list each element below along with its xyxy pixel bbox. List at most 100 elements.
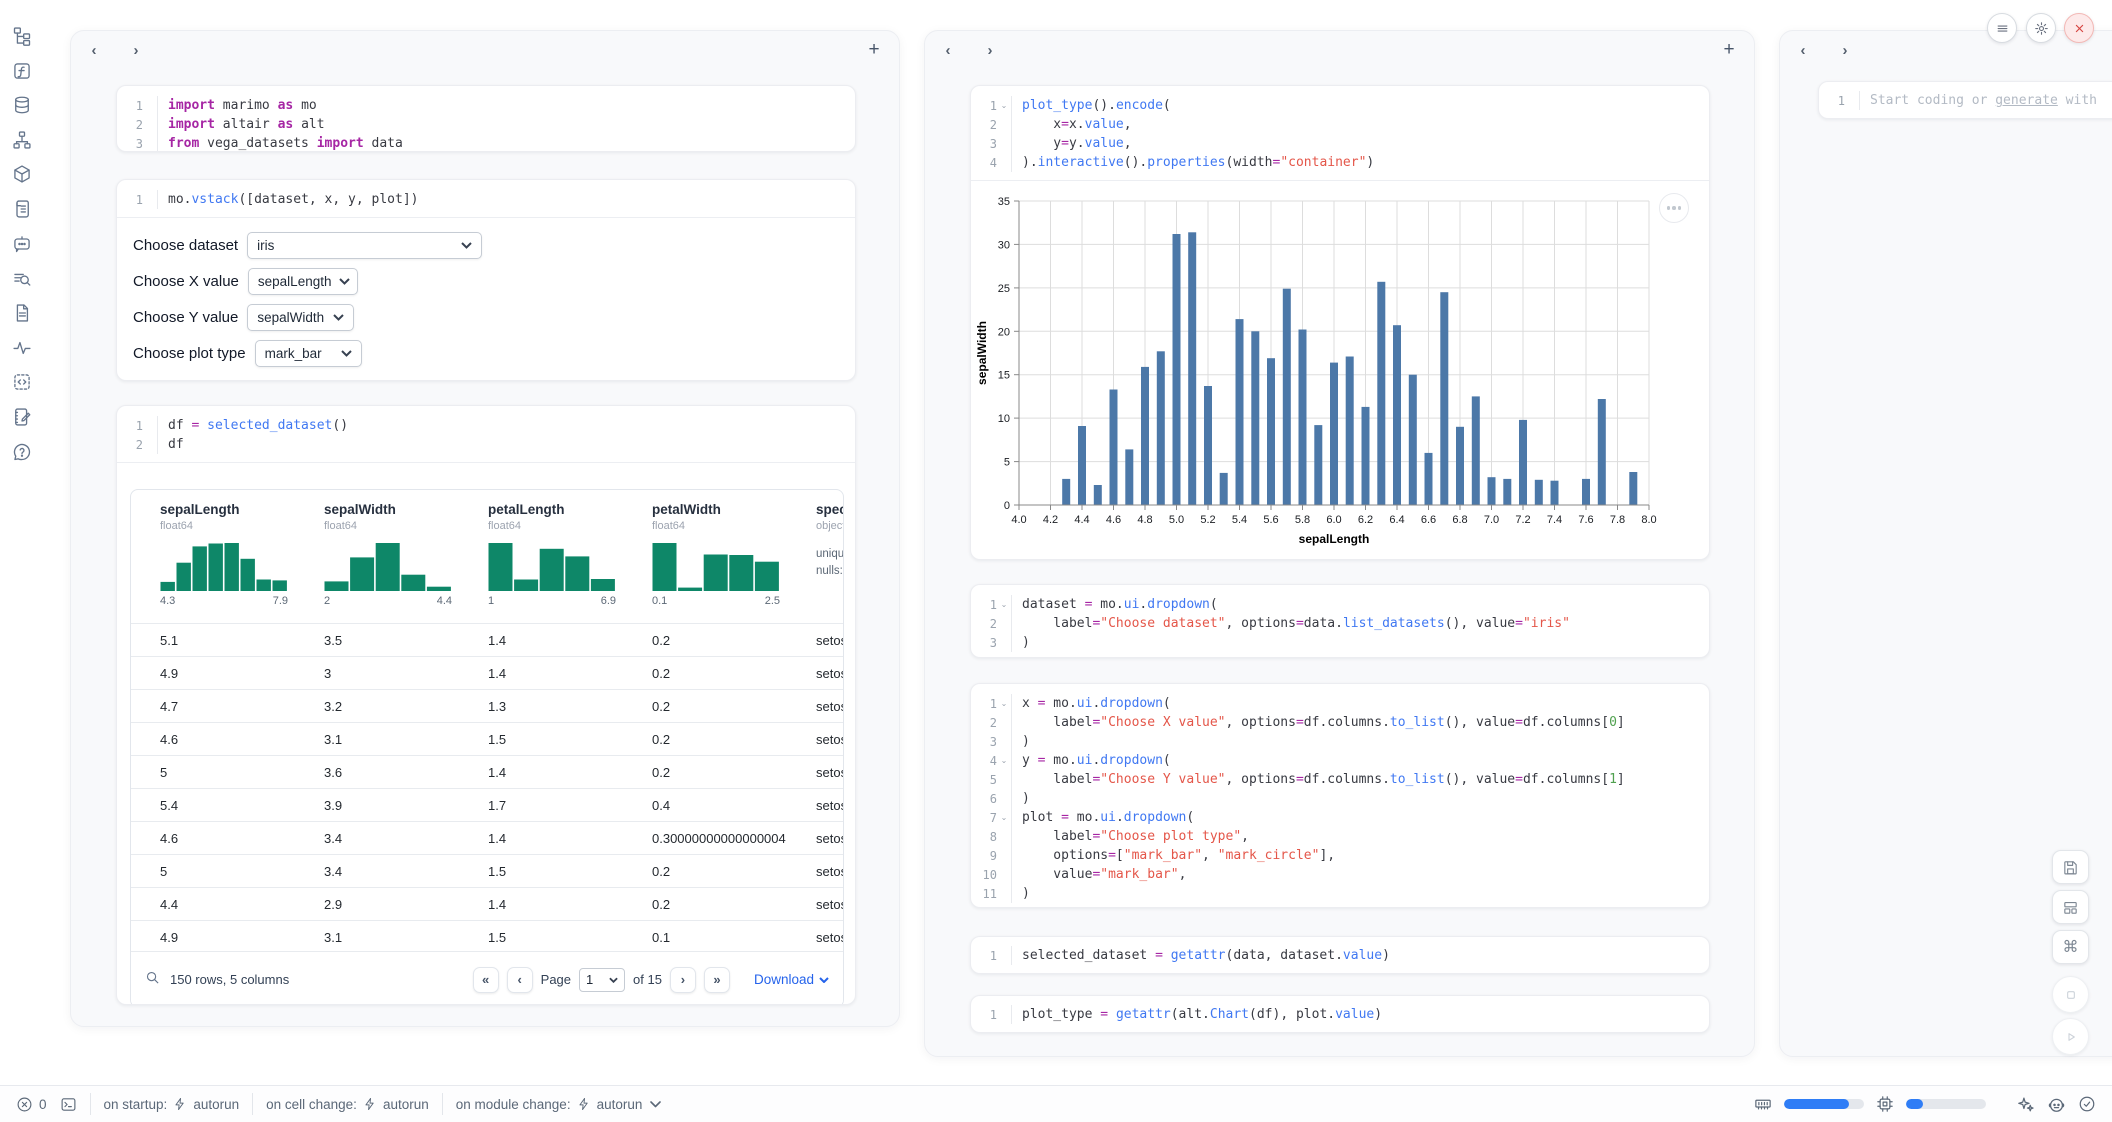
plot-type-select[interactable]: mark_bar [255,340,362,367]
x-value-select[interactable]: sepalLength [248,268,358,295]
table-row: 5.43.91.70.4setosa [131,788,843,821]
table-cell: 3.9 [308,798,472,813]
code-editor-dataframe[interactable]: 1df = selected_dataset()2df [117,406,855,462]
svg-text:4.0: 4.0 [1011,514,1026,526]
svg-text:4.6: 4.6 [1106,514,1121,526]
fold-chevron-icon[interactable]: ⌄ [997,600,1011,609]
sidebar-panel-dependency-graph-icon[interactable] [10,128,34,152]
runmode-module-change[interactable]: on module change:autorun [456,1097,662,1112]
next-page-button[interactable]: › [670,967,696,993]
sidebar-panel-logs-icon[interactable] [10,197,34,221]
table-cell: 0.2 [636,897,800,912]
add-cell-button[interactable]: + [1716,37,1742,63]
sidebar-panel-functions-icon[interactable] [10,59,34,83]
svg-text:7.8: 7.8 [1610,514,1625,526]
sidebar-panel-chatbot-icon[interactable] [10,232,34,256]
save-button[interactable] [2052,850,2089,884]
runmode-cell-change[interactable]: on cell change:autorun [266,1097,429,1112]
table-cell: 0.2 [636,699,800,714]
sidebar-panel-database-icon[interactable] [10,93,34,117]
gear-icon [2034,21,2049,36]
first-page-button[interactable]: « [473,967,499,993]
table-cell: 0.2 [636,666,800,681]
column-next-button[interactable]: › [1832,37,1858,63]
run-button[interactable] [2052,1018,2089,1055]
add-cell-button[interactable]: + [861,37,887,63]
code-editor-plottype[interactable]: 1plot_type = getattr(alt.Chart(df), plot… [971,996,1709,1033]
column-prev-button[interactable]: ‹ [81,37,107,63]
sidebar-panel-activity-icon[interactable] [10,336,34,360]
table-cell: 4.4 [144,897,308,912]
assistant-robot-icon[interactable] [2047,1095,2066,1114]
code-editor-empty[interactable]: 1 Start coding or generate with [1819,82,2112,119]
keyboard-shortcuts-button[interactable]: ⌘ [2052,930,2089,964]
table-cell: 1.4 [472,897,636,912]
sidebar-panel-scratchpad-icon[interactable] [10,405,34,429]
connection-status-icon[interactable] [2078,1095,2096,1113]
code-editor-dataset[interactable]: 1⌄dataset = mo.ui.dropdown(2 label="Choo… [971,585,1709,658]
cell-vstack: 1mo.vstack([dataset, x, y, plot]) Choose… [116,179,856,381]
fold-chevron-icon[interactable]: ⌄ [997,101,1011,110]
menu-button[interactable] [1987,13,2017,43]
chevron-down-icon [819,977,829,983]
page-select[interactable]: 1 [579,968,625,992]
notebook-column-1: ‹ › + 1import marimo as mo2import altair… [70,30,900,1027]
svg-text:10: 10 [998,413,1010,425]
runmode-startup[interactable]: on startup:autorun [104,1097,240,1112]
cpu-usage-bar [1906,1099,1986,1109]
code-editor-widgets[interactable]: 1⌄x = mo.ui.dropdown(2 label="Choose X v… [971,684,1709,908]
layout-button[interactable] [2052,890,2089,924]
column-prev-button[interactable]: ‹ [1790,37,1816,63]
code-editor-selected[interactable]: 1selected_dataset = getattr(data, datase… [971,937,1709,974]
table-column-header[interactable]: sepalLengthfloat644.37.9 [144,502,308,613]
chart-svg[interactable]: 4.04.24.44.64.85.05.25.45.65.86.06.26.46… [973,189,1665,549]
sidebar-panel-snippets-icon[interactable] [10,370,34,394]
close-panel-button[interactable] [2064,13,2094,43]
settings-button[interactable] [2026,13,2056,43]
table-cell: 3.4 [308,831,472,846]
table-column-header[interactable]: petalLengthfloat6416.9 [472,502,636,613]
y-value-label: Choose Y value [133,309,238,326]
table-cell: 3.1 [308,732,472,747]
chart-actions-button[interactable] [1659,193,1689,223]
fold-chevron-icon[interactable]: ⌄ [997,813,1011,822]
table-cell: 1.7 [472,798,636,813]
column-histogram [652,541,780,593]
sidebar-panel-documentation-icon[interactable] [10,301,34,325]
code-editor-plot[interactable]: 1⌄plot_type().encode(2 x=x.value,3 y=y.v… [971,86,1709,180]
sidebar-panel-help-icon[interactable] [10,440,34,464]
ai-sparkle-icon[interactable] [2016,1095,2035,1114]
table-cell: 2.9 [308,897,472,912]
search-icon[interactable] [145,970,160,990]
generate-link[interactable]: generate [1995,93,2058,108]
table-cell: 1.4 [472,666,636,681]
table-column-header[interactable]: petalWidthfloat640.12.5 [636,502,800,613]
errors-indicator[interactable]: 0 [16,1096,47,1113]
terminal-button[interactable] [60,1096,77,1113]
table-cell: 5 [144,765,308,780]
table-column-header[interactable]: speciesobjectunique:nulls: [800,502,844,613]
stop-button[interactable] [2052,976,2089,1013]
column-next-button[interactable]: › [123,37,149,63]
page-label: Page [541,972,571,987]
table-column-header[interactable]: sepalWidthfloat6424.4 [308,502,472,613]
column-next-button[interactable]: › [977,37,1003,63]
sidebar-panel-tracing-icon[interactable] [10,267,34,291]
code-editor-vstack[interactable]: 1mo.vstack([dataset, x, y, plot]) [117,180,855,217]
y-value-select[interactable]: sepalWidth [247,304,354,331]
download-button[interactable]: Download [754,972,829,987]
dataset-select[interactable]: iris [247,232,482,259]
code-line: 10 value="mark_bar", [971,865,1709,884]
table-cell: 1.4 [472,765,636,780]
prev-page-button[interactable]: ‹ [507,967,533,993]
fold-chevron-icon[interactable]: ⌄ [997,756,1011,765]
table-cell: 3 [308,666,472,681]
altair-bar-chart[interactable]: 4.04.24.44.64.85.05.25.45.65.86.06.26.46… [973,189,1665,549]
sidebar-panel-file-tree-icon[interactable] [10,24,34,48]
last-page-button[interactable]: » [704,967,730,993]
fold-chevron-icon[interactable]: ⌄ [997,699,1011,708]
column-prev-button[interactable]: ‹ [935,37,961,63]
table-cell: 1.5 [472,864,636,879]
code-editor-imports[interactable]: 1import marimo as mo2import altair as al… [117,86,855,152]
sidebar-panel-package-icon[interactable] [10,162,34,186]
